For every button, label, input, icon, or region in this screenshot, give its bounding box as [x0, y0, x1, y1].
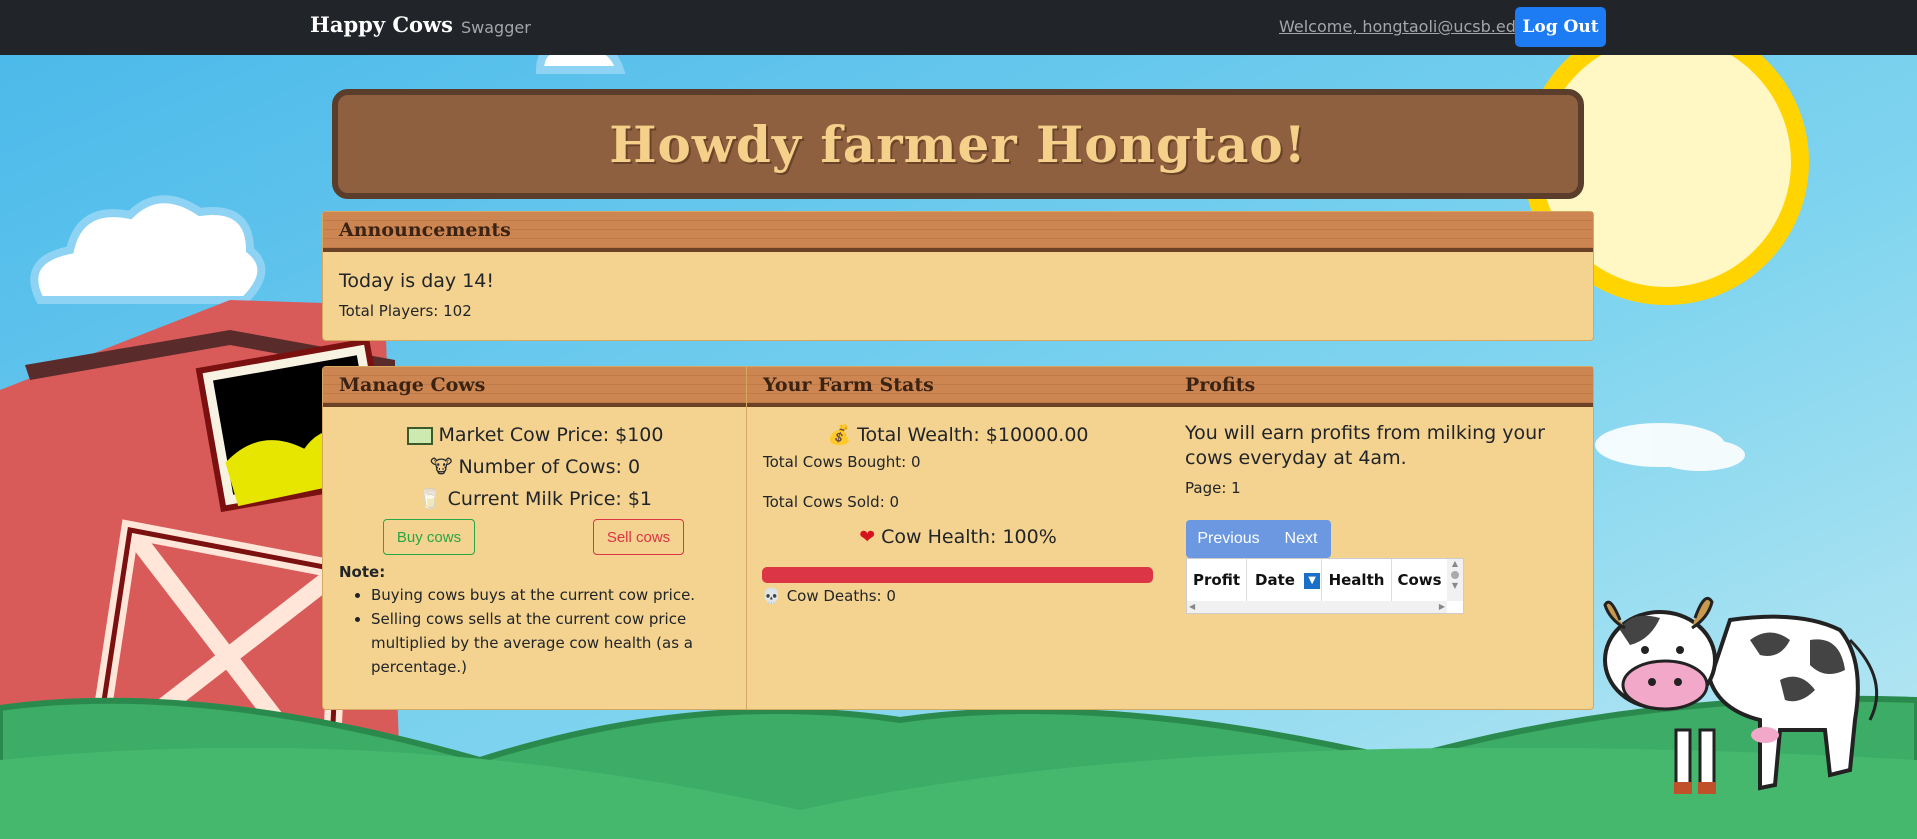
next-page-button[interactable]: Next [1271, 520, 1331, 558]
page-title: Howdy farmer Hongtao! [609, 114, 1307, 174]
money-icon [406, 426, 433, 445]
market-price-row: Market Cow Price: $100 [339, 419, 731, 451]
cow-health-progress-bar [762, 567, 1153, 583]
announcements-header: Announcements [323, 212, 1593, 252]
num-cows-text: Number of Cows: 0 [458, 456, 641, 478]
cows-sold-text: Total Cows Sold: 0 [763, 493, 900, 511]
sell-cows-button[interactable]: Sell cows [593, 519, 684, 555]
manage-cows-card: Manage Cows Market Cow Price: $100 🐮 Numb… [322, 366, 747, 710]
players-text: Total Players: 102 [339, 302, 472, 320]
farm-stats-header: Your Farm Stats [747, 367, 1169, 407]
announcements-card: Announcements Today is day 14! Total Pla… [322, 211, 1594, 341]
buy-cows-button[interactable]: Buy cows [383, 519, 475, 555]
cow-health-row: ❤ Cow Health: 100% [763, 521, 1153, 553]
manage-cows-header: Manage Cows [323, 367, 747, 407]
horizontal-scrollbar[interactable]: ◀ ▶ [1187, 601, 1447, 613]
date-header-label: Date [1255, 571, 1295, 589]
welcome-link[interactable]: Welcome, hongtaoli@ucsb.edu [1279, 17, 1526, 36]
column-header-health[interactable]: Health [1322, 559, 1392, 601]
market-price-text: Market Cow Price: $100 [438, 424, 664, 446]
milk-price-row: 🥛 Current Milk Price: $1 [339, 483, 731, 515]
cow-health-text: Cow Health: 100% [881, 526, 1057, 548]
day-text: Today is day 14! [339, 270, 494, 292]
vertical-scrollbar[interactable]: ▲ ▼ [1447, 559, 1463, 601]
page-indicator: Page: 1 [1185, 479, 1241, 497]
scroll-thumb[interactable] [1451, 571, 1459, 579]
cows-bought-text: Total Cows Bought: 0 [763, 453, 921, 471]
scroll-right-icon[interactable]: ▶ [1439, 602, 1445, 611]
logout-button[interactable]: Log Out [1515, 7, 1606, 47]
cow-deaths-text: Cow Deaths: 0 [786, 587, 896, 605]
milk-glass-icon: 🥛 [417, 488, 442, 510]
column-header-profit[interactable]: Profit [1187, 559, 1247, 601]
total-wealth-text: Total Wealth: $10000.00 [857, 424, 1089, 446]
sort-desc-icon[interactable]: ▼ [1304, 572, 1321, 589]
money-bag-icon: 💰 [827, 424, 852, 446]
profits-table: Profit Date ▼ Health Cows ▲ ▼ ◀ ▶ [1186, 558, 1464, 614]
note-label: Note: [339, 563, 386, 581]
column-header-date[interactable]: Date ▼ [1247, 559, 1322, 601]
notes-list: Buying cows buys at the current cow pric… [339, 583, 731, 679]
scroll-left-icon[interactable]: ◀ [1189, 602, 1195, 611]
profits-header: Profits [1169, 367, 1593, 407]
brand-link[interactable]: Happy Cows [310, 12, 453, 37]
scroll-up-icon[interactable]: ▲ [1447, 559, 1463, 569]
note-item: Buying cows buys at the current cow pric… [371, 583, 731, 607]
swagger-link[interactable]: Swagger [461, 18, 531, 37]
heart-icon: ❤ [859, 526, 876, 548]
navbar: Happy Cows Swagger Welcome, hongtaoli@uc… [0, 0, 1917, 55]
column-header-cows[interactable]: Cows [1392, 559, 1447, 601]
farm-stats-card: Your Farm Stats 💰 Total Wealth: $10000.00… [746, 366, 1170, 710]
previous-page-button[interactable]: Previous [1186, 520, 1271, 558]
skull-icon: 💀 [762, 587, 781, 605]
cow-deaths-row: 💀 Cow Deaths: 0 [762, 587, 896, 605]
welcome-banner: Howdy farmer Hongtao! [332, 89, 1584, 199]
total-wealth-row: 💰 Total Wealth: $10000.00 [763, 419, 1153, 451]
scroll-down-icon[interactable]: ▼ [1447, 581, 1463, 591]
cow-face-icon: 🐮 [429, 456, 453, 478]
profits-description: You will earn profits from milking your … [1185, 422, 1545, 469]
milk-price-text: Current Milk Price: $1 [447, 488, 653, 510]
note-item: Selling cows sells at the current cow pr… [371, 607, 731, 679]
num-cows-row: 🐮 Number of Cows: 0 [339, 451, 731, 483]
